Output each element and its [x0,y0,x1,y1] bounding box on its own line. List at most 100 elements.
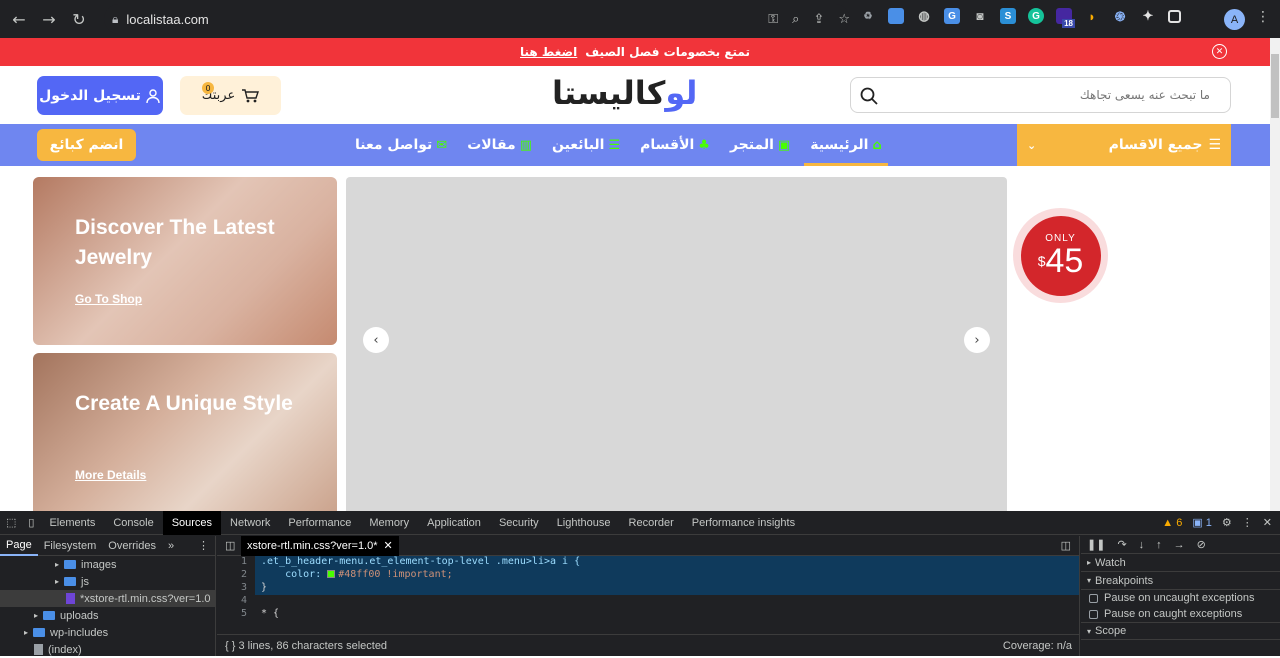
nav-item-articles[interactable]: ▥ مقالات [467,124,532,166]
recycle-extension-icon[interactable]: ♻ [860,8,876,24]
checkbox[interactable] [1089,593,1098,603]
arc-extension-icon[interactable]: ◗ [1084,8,1100,24]
tab-network[interactable]: Network [221,511,279,535]
tab-sources[interactable]: Sources [162,510,222,535]
breakpoints-section[interactable]: ▾ Breakpoints [1081,572,1280,590]
back-icon[interactable]: ← [4,4,34,34]
forward-icon[interactable]: → [34,4,64,34]
deactivate-breakpoints-icon[interactable]: ⊘ [1197,538,1206,551]
color-swatch[interactable] [327,570,336,578]
tab-memory[interactable]: Memory [360,511,418,535]
pause-icon[interactable]: ❚❚ [1087,538,1105,551]
site-logo[interactable]: لوكاليستا [552,74,698,112]
key-icon[interactable]: ⚿ [768,12,778,27]
tab-lighthouse[interactable]: Lighthouse [548,511,620,535]
watch-section[interactable]: ▸ Watch [1081,554,1280,572]
nav-item-home[interactable]: ⌂ الرئيسية [804,124,888,166]
tab-security[interactable]: Security [490,511,548,535]
tree-folder-images[interactable]: ▸ images [0,556,215,573]
tab-performance-insights[interactable]: Performance insights [683,511,804,535]
tree-file-css[interactable]: *xstore-rtl.min.css?ver=1.0 [0,590,215,607]
close-devtools-icon[interactable]: ✕ [1263,516,1272,529]
subtab-page[interactable]: Page [0,536,38,556]
settings-gear-icon[interactable]: ⚙ [1222,516,1232,529]
tree-folder-wp-includes[interactable]: ▸ wp-includes [0,624,215,641]
grammarly-extension-icon[interactable]: G [1028,8,1044,24]
code-area[interactable]: 1 .et_b_header-menu.et_element-top-level … [217,556,1079,621]
more-tabs-icon[interactable]: » [162,536,180,556]
tree-folder-js[interactable]: ▸ js [0,573,215,590]
step-icon[interactable]: → [1174,539,1185,551]
pause-caught-option[interactable]: Pause on caught exceptions [1081,606,1280,622]
editor-file-tab[interactable]: xstore-rtl.min.css?ver=1.0* ✕ [241,535,399,556]
globe-extension-icon[interactable]: ◍ [916,8,932,24]
tab-application[interactable]: Application [418,511,490,535]
toggle-debugger-icon[interactable]: ◫ [1061,539,1071,552]
reload-icon[interactable]: ↻ [64,4,94,34]
close-icon[interactable]: ✕ [1212,44,1227,59]
slider-next-icon[interactable]: › [964,327,990,353]
tab-elements[interactable]: Elements [40,511,104,535]
close-tab-icon[interactable]: ✕ [384,539,393,552]
step-over-icon[interactable]: ↷ [1117,538,1126,551]
hero-slider[interactable]: ‹ › [346,177,1007,511]
side-panel-icon[interactable] [1168,9,1181,23]
camera-extension-icon[interactable]: ◙ [972,8,988,24]
jewelry-banner[interactable]: Discover The Latest Jewelry Go To Shop [33,177,337,345]
nav-item-vendors[interactable]: ☰ البائعين [552,124,620,166]
nav-item-store[interactable]: ▣ المتجر [730,124,790,166]
translate-extension-icon[interactable]: G [944,8,960,24]
cart-button[interactable]: عربتك 0 [180,76,281,115]
nav-item-contact[interactable]: ✉ تواصل معنا [355,124,447,166]
spiral-extension-icon[interactable]: ֍ [1112,8,1128,24]
code-line[interactable]: 1 .et_b_header-menu.et_element-top-level … [217,556,1079,569]
tab-performance[interactable]: Performance [279,511,360,535]
messages-count[interactable]: ▣ 1 [1192,516,1212,529]
page-scrollbar[interactable] [1270,38,1280,511]
docs-extension-icon[interactable] [888,8,904,24]
search-icon[interactable] [859,86,879,106]
zoom-icon[interactable]: ⌕ [792,12,799,27]
promo-link[interactable]: اضغط هنا [520,45,577,59]
tab-recorder[interactable]: Recorder [620,511,683,535]
toggle-navigator-icon[interactable]: ◫ [225,539,235,552]
bookmark-star-icon[interactable]: ☆ [838,12,850,27]
code-line[interactable]: 5 * { [217,608,1079,621]
url-text[interactable]: localistaa.com [126,12,208,27]
scope-section[interactable]: ▾ Scope [1081,622,1280,640]
s-extension-icon[interactable]: S [1000,8,1016,24]
banner-link[interactable]: More Details [75,468,146,482]
devtools-menu-icon[interactable]: ⋮ [1242,516,1253,529]
step-out-icon[interactable]: ↑ [1156,539,1162,551]
checkbox[interactable] [1089,609,1098,619]
join-as-seller-button[interactable]: انضم كبائع [37,129,136,161]
device-toggle-icon[interactable]: ▯ [22,511,40,535]
code-line[interactable]: 2 color: #48ff00 !important; [217,569,1079,582]
browser-menu-icon[interactable]: ⋮ [1256,9,1270,25]
subtab-overrides[interactable]: Overrides [102,536,162,556]
search-input[interactable] [851,80,1230,110]
braces-icon[interactable]: { } [225,640,235,652]
tree-file-index[interactable]: (index) [0,641,215,658]
pause-uncaught-option[interactable]: Pause on uncaught exceptions [1081,590,1280,606]
code-line[interactable]: 3} [217,582,1079,595]
slider-prev-icon[interactable]: ‹ [363,327,389,353]
style-banner[interactable]: Create A Unique Style More Details [33,353,337,511]
lock-icon[interactable]: 🔒︎ [112,12,118,27]
profile-avatar[interactable]: A [1224,9,1245,30]
subtab-filesystem[interactable]: Filesystem [38,536,103,556]
badge-extension-icon[interactable]: 18 [1056,8,1075,28]
code-line[interactable]: 4 [217,595,1079,608]
warnings-count[interactable]: ▲ 6 [1162,517,1182,529]
login-button[interactable]: تسجيل الدخول [37,76,163,115]
puzzle-extensions-icon[interactable]: ✦ [1140,8,1156,24]
share-icon[interactable]: ⇪ [813,12,824,27]
nav-item-categories[interactable]: ♣ الأقسام [640,124,710,166]
all-categories-button[interactable]: ⌄ جميع الاقسام ☰ [1017,124,1231,166]
inspect-icon[interactable]: ⬚ [0,511,22,535]
tab-console[interactable]: Console [104,511,162,535]
tree-folder-uploads[interactable]: ▸ uploads [0,607,215,624]
banner-link[interactable]: Go To Shop [75,292,142,306]
navigator-menu-icon[interactable]: ⋮ [192,536,215,556]
address-bar[interactable]: 🔒︎ localistaa.com ⚿ ⌕ ⇪ ☆ [104,4,850,34]
